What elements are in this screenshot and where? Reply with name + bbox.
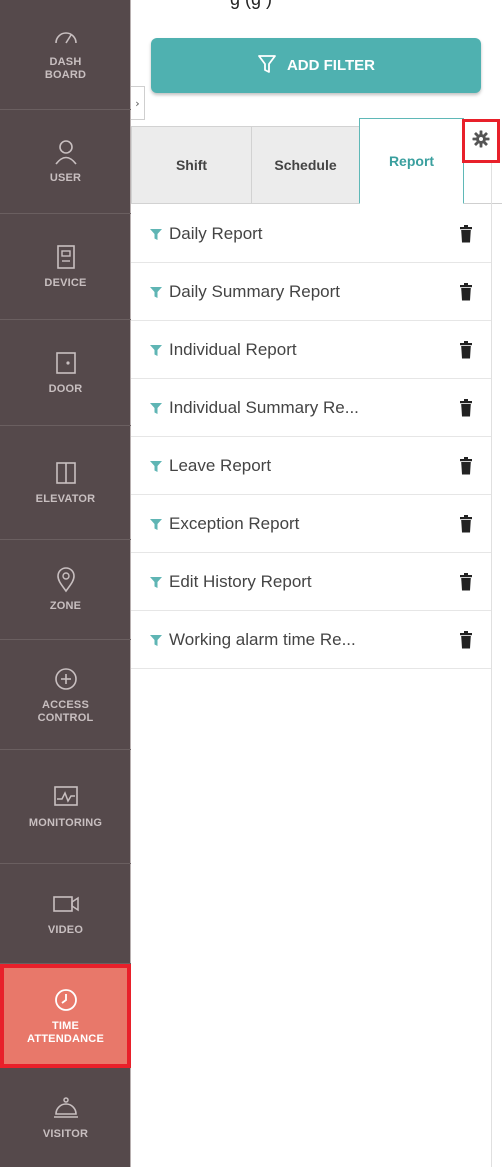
funnel-icon [150,228,162,240]
list-item[interactable]: Daily Report [131,205,491,263]
funnel-icon [150,518,162,530]
sidebar-item-time-attendance[interactable]: TIME ATTENDANCE [0,964,131,1068]
sidebar-item-label: MONITORING [28,817,103,829]
sidebar-item-device[interactable]: DEVICE [0,214,131,320]
funnel-icon [150,460,162,472]
funnel-icon [150,576,162,588]
list-item[interactable]: Individual Report [131,321,491,379]
cropped-caption-text: g (g ) [230,0,272,10]
report-name: Edit History Report [169,571,312,591]
video-camera-icon [52,890,80,918]
monitoring-icon [52,783,80,811]
add-filter-label: ADD FILTER [286,57,376,74]
sidebar-item-label: DEVICE [44,277,87,289]
add-filter-button[interactable]: ADD FILTER [151,38,481,93]
sidebar-item-door[interactable]: DOOR [0,320,131,426]
gear-icon [472,130,490,152]
funnel-icon [257,53,277,79]
funnel-icon [150,634,162,646]
elevator-icon [52,459,80,487]
report-name: Exception Report [169,513,300,533]
sidebar-item-label: ELEVATOR [35,493,96,505]
clock-icon [52,986,80,1014]
settings-button[interactable] [462,119,500,163]
sidebar-expand-toggle[interactable]: › [131,86,145,120]
list-item[interactable]: Leave Report [131,437,491,495]
list-item[interactable]: Exception Report [131,495,491,553]
dashboard-gauge-icon [52,22,80,50]
trash-icon[interactable] [459,225,473,243]
report-name: Individual Report [169,339,297,359]
report-name: Daily Report [169,223,263,243]
trash-icon[interactable] [459,283,473,301]
sidebar-item-access-control[interactable]: ACCESS CONTROL [0,640,131,750]
sidebar-item-label: DOOR [48,383,83,395]
device-icon [52,243,80,271]
list-item[interactable]: Individual Summary Re... [131,379,491,437]
tab-shift[interactable]: Shift [131,126,252,204]
sidebar-item-label: ACCESS CONTROL [37,698,94,724]
report-name: Daily Summary Report [169,281,340,301]
sidebar-item-label: USER [49,172,82,184]
sidebar-item-monitoring[interactable]: MONITORING [0,750,131,864]
tab-report[interactable]: Report [359,118,464,204]
sidebar-item-label: VISITOR [42,1128,89,1140]
report-name: Individual Summary Re... [169,397,359,417]
sidebar-item-label: ZONE [49,600,82,612]
sidebar-item-label: VIDEO [47,924,84,936]
trash-icon[interactable] [459,631,473,649]
report-name: Leave Report [169,455,272,475]
trash-icon[interactable] [459,515,473,533]
list-item[interactable]: Working alarm time Re... [131,611,491,669]
scroll-edge [491,163,492,1167]
trash-icon[interactable] [459,399,473,417]
door-icon [52,349,80,377]
tab-schedule[interactable]: Schedule [251,126,360,204]
tab-bar: Shift Schedule Report [131,118,502,204]
user-icon [52,138,80,166]
visitor-bell-icon [52,1094,80,1122]
plus-circle-icon [52,665,80,693]
sidebar-item-label: TIME ATTENDANCE [27,1020,104,1045]
sidebar-item-zone[interactable]: ZONE [0,540,131,640]
sidebar: DASH BOARD USER DEVICE DOOR ELEVATOR ZON… [0,0,131,1167]
funnel-icon [150,402,162,414]
list-item[interactable]: Daily Summary Report [131,263,491,321]
report-name: Working alarm time Re... [169,629,356,649]
sidebar-item-user[interactable]: USER [0,110,131,214]
list-item[interactable]: Edit History Report [131,553,491,611]
trash-icon[interactable] [459,573,473,591]
report-list: Daily Report Daily Summary Report Indivi… [131,205,491,669]
trash-icon[interactable] [459,341,473,359]
sidebar-item-dashboard[interactable]: DASH BOARD [0,14,131,110]
sidebar-item-visitor[interactable]: VISITOR [0,1068,131,1167]
sidebar-item-video[interactable]: VIDEO [0,864,131,964]
sidebar-item-elevator[interactable]: ELEVATOR [0,426,131,540]
location-pin-icon [52,566,80,594]
funnel-icon [150,286,162,298]
sidebar-item-label: DASH BOARD [44,56,87,81]
trash-icon[interactable] [459,457,473,475]
page: g (g ) DASH BOARD USER DEVICE DOOR [0,0,502,1167]
funnel-icon [150,344,162,356]
